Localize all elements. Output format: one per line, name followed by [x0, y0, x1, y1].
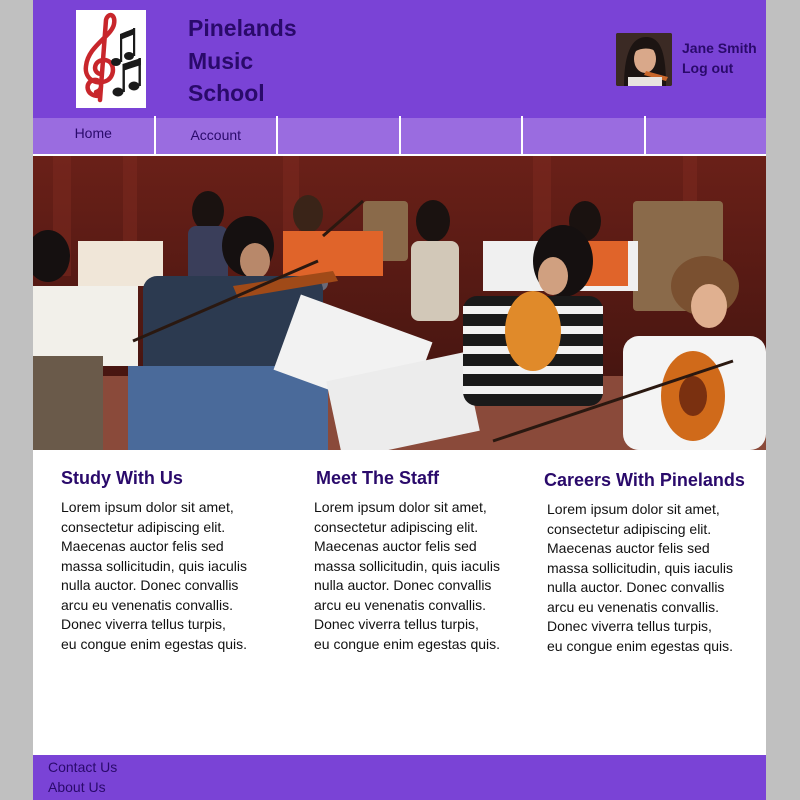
hero-photo [33, 156, 766, 450]
site-title: Pinelands Music School [188, 12, 348, 110]
site-header: Pinelands Music School Jane Smith Log ou… [33, 0, 766, 116]
contact-us-link[interactable]: Contact Us [48, 757, 766, 777]
staff-column: Meet The Staff Lorem ipsum dolor sit ame… [314, 466, 541, 654]
nav-item-6[interactable] [645, 116, 766, 154]
nav-item-home[interactable]: Home [33, 116, 154, 154]
user-avatar[interactable] [616, 33, 672, 86]
study-text: Lorem ipsum dolor sit amet, consectetur … [61, 499, 248, 652]
nav-item-5[interactable] [523, 116, 644, 154]
careers-heading[interactable]: Careers With Pinelands [544, 468, 759, 492]
study-column: Study With Us Lorem ipsum dolor sit amet… [61, 466, 276, 654]
site-title-line-1: Pinelands [188, 15, 297, 41]
nav-item-account[interactable]: Account [155, 116, 276, 154]
staff-heading[interactable]: Meet The Staff [316, 466, 541, 490]
site-title-line-2: Music [188, 47, 254, 74]
logout-link[interactable]: Log out [682, 58, 766, 78]
treble-clef-logo-icon[interactable] [76, 10, 146, 108]
nav-item-4[interactable] [400, 116, 521, 154]
site-title-line-3: School [188, 80, 265, 106]
main-nav: Home Account [33, 116, 766, 154]
user-name: Jane Smith [682, 40, 757, 56]
study-heading[interactable]: Study With Us [61, 466, 276, 490]
about-us-link[interactable]: About Us [48, 777, 766, 797]
nav-item-3[interactable] [278, 116, 399, 154]
careers-column: Careers With Pinelands Lorem ipsum dolor… [544, 468, 759, 656]
user-box: Jane Smith Log out [682, 38, 766, 78]
site-footer: Contact Us About Us [33, 755, 766, 800]
careers-text: Lorem ipsum dolor sit amet, consectetur … [547, 501, 734, 654]
page: Pinelands Music School Jane Smith Log ou… [33, 0, 766, 800]
staff-text: Lorem ipsum dolor sit amet, consectetur … [314, 499, 501, 652]
